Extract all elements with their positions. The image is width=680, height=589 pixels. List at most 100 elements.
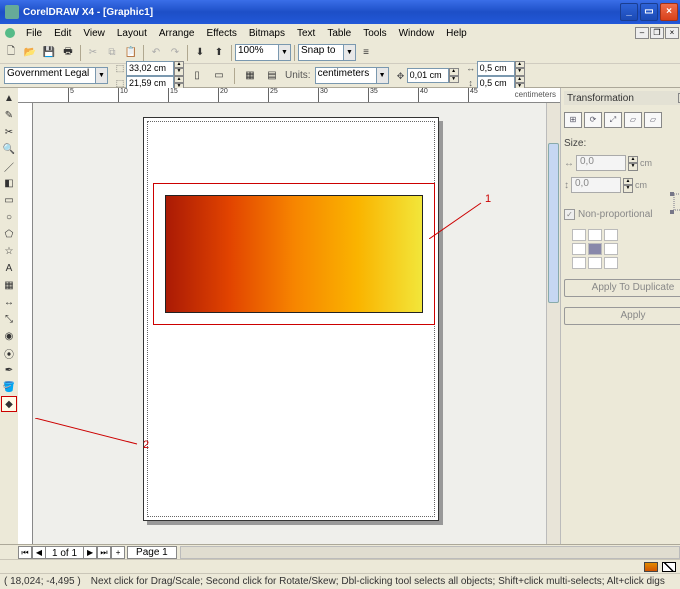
- zoom-combo[interactable]: 100% ▼: [235, 44, 291, 61]
- copy-button[interactable]: ⧉: [103, 44, 121, 62]
- spin-down[interactable]: ▼: [628, 163, 638, 171]
- anchor-cell[interactable]: [588, 257, 602, 269]
- zoom-value[interactable]: 100%: [235, 44, 279, 61]
- save-button[interactable]: 💾: [40, 44, 58, 62]
- text-tool[interactable]: A: [1, 260, 17, 276]
- width-input[interactable]: 0,0: [576, 155, 626, 171]
- mdi-restore-button[interactable]: ❐: [650, 27, 664, 39]
- position-button[interactable]: ⊞: [564, 112, 582, 128]
- chevron-down-icon[interactable]: ▼: [377, 67, 389, 84]
- cut-button[interactable]: ✂: [84, 44, 102, 62]
- spin-down[interactable]: ▼: [449, 76, 459, 84]
- landscape-button[interactable]: ▭: [210, 67, 228, 85]
- outline-tool[interactable]: ✒: [1, 362, 17, 378]
- skew-button[interactable]: ▱: [644, 112, 662, 128]
- redo-button[interactable]: ↷: [166, 44, 184, 62]
- smart-fill-tool[interactable]: ◧: [1, 175, 17, 191]
- polygon-tool[interactable]: ⬠: [1, 226, 17, 242]
- snapto-combo[interactable]: Snap to ▼: [298, 44, 356, 61]
- menu-text[interactable]: Text: [291, 26, 321, 41]
- anchor-cell[interactable]: [588, 229, 602, 241]
- spin-up[interactable]: ▲: [449, 68, 459, 76]
- scrollbar-thumb[interactable]: [548, 143, 559, 303]
- menu-tools[interactable]: Tools: [357, 26, 392, 41]
- portrait-button[interactable]: ▯: [188, 67, 206, 85]
- paste-button[interactable]: 📋: [122, 44, 140, 62]
- export-button[interactable]: ⬆: [210, 44, 228, 62]
- shape-tool[interactable]: ✎: [1, 107, 17, 123]
- page-width-input[interactable]: 33,02 cm: [126, 61, 174, 76]
- horizontal-scrollbar[interactable]: [180, 546, 680, 559]
- connector-tool[interactable]: ⤡: [1, 311, 17, 327]
- rotate-button[interactable]: ⟳: [584, 112, 602, 128]
- maximize-button[interactable]: ▭: [640, 3, 658, 21]
- spin-up[interactable]: ▲: [515, 61, 525, 69]
- nonproportional-checkbox[interactable]: ✓: [564, 209, 575, 220]
- interactive-fill-tool[interactable]: ◆: [1, 396, 17, 412]
- page-tab[interactable]: Page 1: [127, 546, 177, 559]
- last-page-button[interactable]: ⏭: [97, 546, 111, 559]
- apply-to-duplicate-button[interactable]: Apply To Duplicate: [564, 279, 680, 297]
- units-value[interactable]: centimeters: [315, 67, 377, 84]
- paper-combo[interactable]: Government Legal ▼: [4, 67, 108, 84]
- anchor-cell[interactable]: [604, 229, 618, 241]
- table-tool[interactable]: ▦: [1, 277, 17, 293]
- menu-view[interactable]: View: [77, 26, 111, 41]
- spin-up[interactable]: ▲: [174, 61, 184, 69]
- options-button[interactable]: ≡: [357, 44, 375, 62]
- chevron-down-icon[interactable]: ▼: [344, 44, 356, 61]
- mdi-close-button[interactable]: ×: [665, 27, 679, 39]
- menu-effects[interactable]: Effects: [200, 26, 242, 41]
- fill-tool[interactable]: 🪣: [1, 379, 17, 395]
- anchor-cell[interactable]: [604, 243, 618, 255]
- nudge-input[interactable]: 0,01 cm: [407, 68, 449, 83]
- ellipse-tool[interactable]: ○: [1, 209, 17, 225]
- menu-arrange[interactable]: Arrange: [153, 26, 201, 41]
- gradient-rectangle[interactable]: [165, 195, 423, 313]
- spin-down[interactable]: ▼: [623, 185, 633, 193]
- anchor-cell[interactable]: [572, 229, 586, 241]
- menu-table[interactable]: Table: [321, 26, 357, 41]
- first-page-button[interactable]: ⏮: [18, 546, 32, 559]
- menu-edit[interactable]: Edit: [48, 26, 77, 41]
- all-pages-button[interactable]: ▦: [241, 67, 259, 85]
- units-combo[interactable]: centimeters ▼: [315, 67, 389, 84]
- fill-indicator-icon[interactable]: [644, 562, 658, 572]
- freehand-tool[interactable]: ／: [1, 158, 17, 174]
- anchor-cell[interactable]: [588, 243, 602, 255]
- spin-up[interactable]: ▲: [623, 178, 633, 186]
- spin-down[interactable]: ▼: [515, 68, 525, 76]
- spin-up[interactable]: ▲: [515, 76, 525, 84]
- menu-file[interactable]: File: [20, 26, 48, 41]
- crop-tool[interactable]: ✂: [1, 124, 17, 140]
- vertical-scrollbar[interactable]: [546, 103, 560, 544]
- anchor-cell[interactable]: [572, 257, 586, 269]
- pick-tool[interactable]: ▲: [1, 90, 17, 106]
- dup-x-input[interactable]: 0,5 cm: [477, 61, 515, 76]
- dimension-tool[interactable]: ↔: [1, 294, 17, 310]
- height-input[interactable]: 0,0: [571, 177, 621, 193]
- spin-up[interactable]: ▲: [628, 156, 638, 164]
- menu-help[interactable]: Help: [440, 26, 473, 41]
- minimize-button[interactable]: _: [620, 3, 638, 21]
- blend-tool[interactable]: ◉: [1, 328, 17, 344]
- print-button[interactable]: 🖶: [59, 44, 77, 62]
- chevron-down-icon[interactable]: ▼: [279, 44, 291, 61]
- new-button[interactable]: 🗋: [2, 44, 20, 62]
- apply-button[interactable]: Apply: [564, 307, 680, 325]
- anchor-cell[interactable]: [604, 257, 618, 269]
- add-page-button[interactable]: +: [111, 546, 125, 559]
- mdi-minimize-button[interactable]: –: [635, 27, 649, 39]
- menu-bitmaps[interactable]: Bitmaps: [243, 26, 291, 41]
- close-button[interactable]: ×: [660, 3, 678, 21]
- basic-shapes-tool[interactable]: ☆: [1, 243, 17, 259]
- anchor-grid[interactable]: [572, 229, 618, 269]
- scale-button[interactable]: ⤢: [604, 112, 622, 128]
- current-page-button[interactable]: ▤: [263, 67, 281, 85]
- menu-layout[interactable]: Layout: [111, 26, 153, 41]
- outline-indicator-icon[interactable]: [662, 562, 676, 572]
- spin-up[interactable]: ▲: [174, 76, 184, 84]
- import-button[interactable]: ⬇: [191, 44, 209, 62]
- size-button[interactable]: ▱: [624, 112, 642, 128]
- zoom-tool[interactable]: 🔍: [1, 141, 17, 157]
